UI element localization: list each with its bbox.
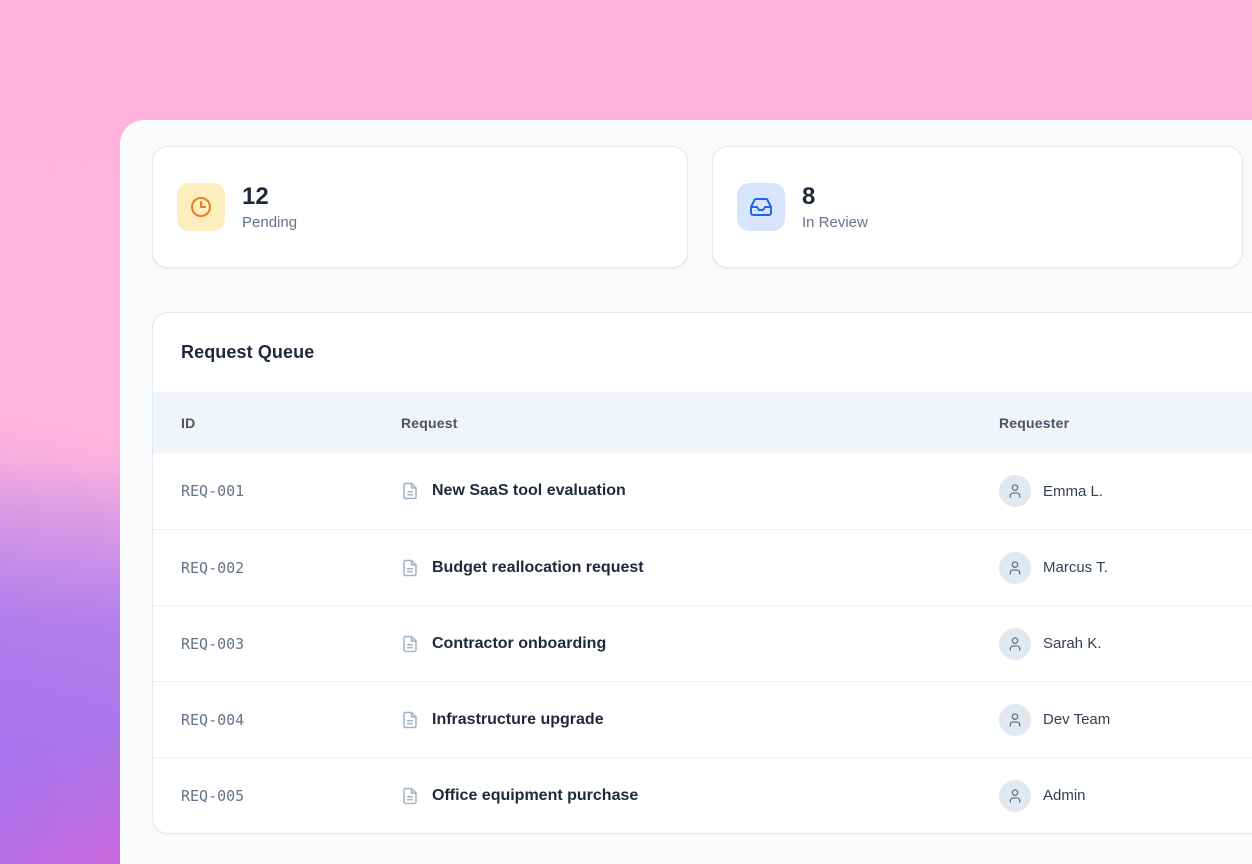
table-title-row: Request Queue (153, 313, 1252, 393)
table-title: Request Queue (181, 342, 314, 363)
request-cell: Budget reallocation request (401, 559, 999, 577)
avatar (999, 780, 1031, 812)
requester-name: Emma L. (1043, 483, 1103, 500)
request-title: New SaaS tool evaluation (432, 482, 626, 500)
column-header-id: ID (181, 415, 401, 431)
column-header-request: Request (401, 415, 999, 431)
request-title: Infrastructure upgrade (432, 711, 604, 729)
requester-name: Marcus T. (1043, 559, 1108, 576)
request-title: Office equipment purchase (432, 787, 638, 805)
requester-cell: Emma L. (999, 475, 1252, 507)
requester-name: Admin (1043, 787, 1086, 804)
stat-label-in-review: In Review (802, 214, 868, 231)
stat-text: 12 Pending (242, 183, 297, 231)
table-row[interactable]: REQ-002 Budget reallocation request Marc… (153, 529, 1252, 605)
requester-name: Sarah K. (1043, 635, 1101, 652)
request-cell: Infrastructure upgrade (401, 711, 999, 729)
request-title: Budget reallocation request (432, 559, 644, 577)
request-title: Contractor onboarding (432, 635, 606, 653)
stat-card-in-review: 8 In Review (712, 146, 1243, 268)
avatar (999, 552, 1031, 584)
clock-icon (177, 183, 225, 231)
avatar (999, 704, 1031, 736)
inbox-icon (737, 183, 785, 231)
file-text-icon (401, 559, 419, 577)
stat-label-pending: Pending (242, 214, 297, 231)
table-row[interactable]: REQ-003 Contractor onboarding Sarah K. (153, 605, 1252, 681)
stat-card-pending: 12 Pending (152, 146, 688, 268)
request-id: REQ-002 (181, 559, 401, 577)
file-text-icon (401, 482, 419, 500)
stat-text: 8 In Review (802, 183, 868, 231)
table-header-row: ID Request Requester (153, 393, 1252, 453)
avatar (999, 628, 1031, 660)
stat-value-pending: 12 (242, 183, 297, 211)
request-id: REQ-003 (181, 635, 401, 653)
file-text-icon (401, 711, 419, 729)
file-text-icon (401, 787, 419, 805)
main-panel: 12 Pending 8 In Review Request Queue ID … (120, 120, 1252, 864)
column-header-requester: Requester (999, 415, 1252, 431)
request-id: REQ-001 (181, 482, 401, 500)
request-cell: Office equipment purchase (401, 787, 999, 805)
table-row[interactable]: REQ-005 Office equipment purchase Admin (153, 757, 1252, 833)
avatar (999, 475, 1031, 507)
requester-name: Dev Team (1043, 711, 1110, 728)
request-id: REQ-005 (181, 787, 401, 805)
stat-value-in-review: 8 (802, 183, 868, 211)
request-cell: New SaaS tool evaluation (401, 482, 999, 500)
requester-cell: Admin (999, 780, 1252, 812)
requester-cell: Marcus T. (999, 552, 1252, 584)
stats-row: 12 Pending 8 In Review (152, 146, 1252, 268)
file-text-icon (401, 635, 419, 653)
request-id: REQ-004 (181, 711, 401, 729)
requester-cell: Sarah K. (999, 628, 1252, 660)
request-queue-card: Request Queue ID Request Requester REQ-0… (152, 312, 1252, 834)
table-body: REQ-001 New SaaS tool evaluation Emma L.… (153, 453, 1252, 833)
table-row[interactable]: REQ-004 Infrastructure upgrade Dev Team (153, 681, 1252, 757)
table-row[interactable]: REQ-001 New SaaS tool evaluation Emma L. (153, 453, 1252, 529)
request-cell: Contractor onboarding (401, 635, 999, 653)
requester-cell: Dev Team (999, 704, 1252, 736)
